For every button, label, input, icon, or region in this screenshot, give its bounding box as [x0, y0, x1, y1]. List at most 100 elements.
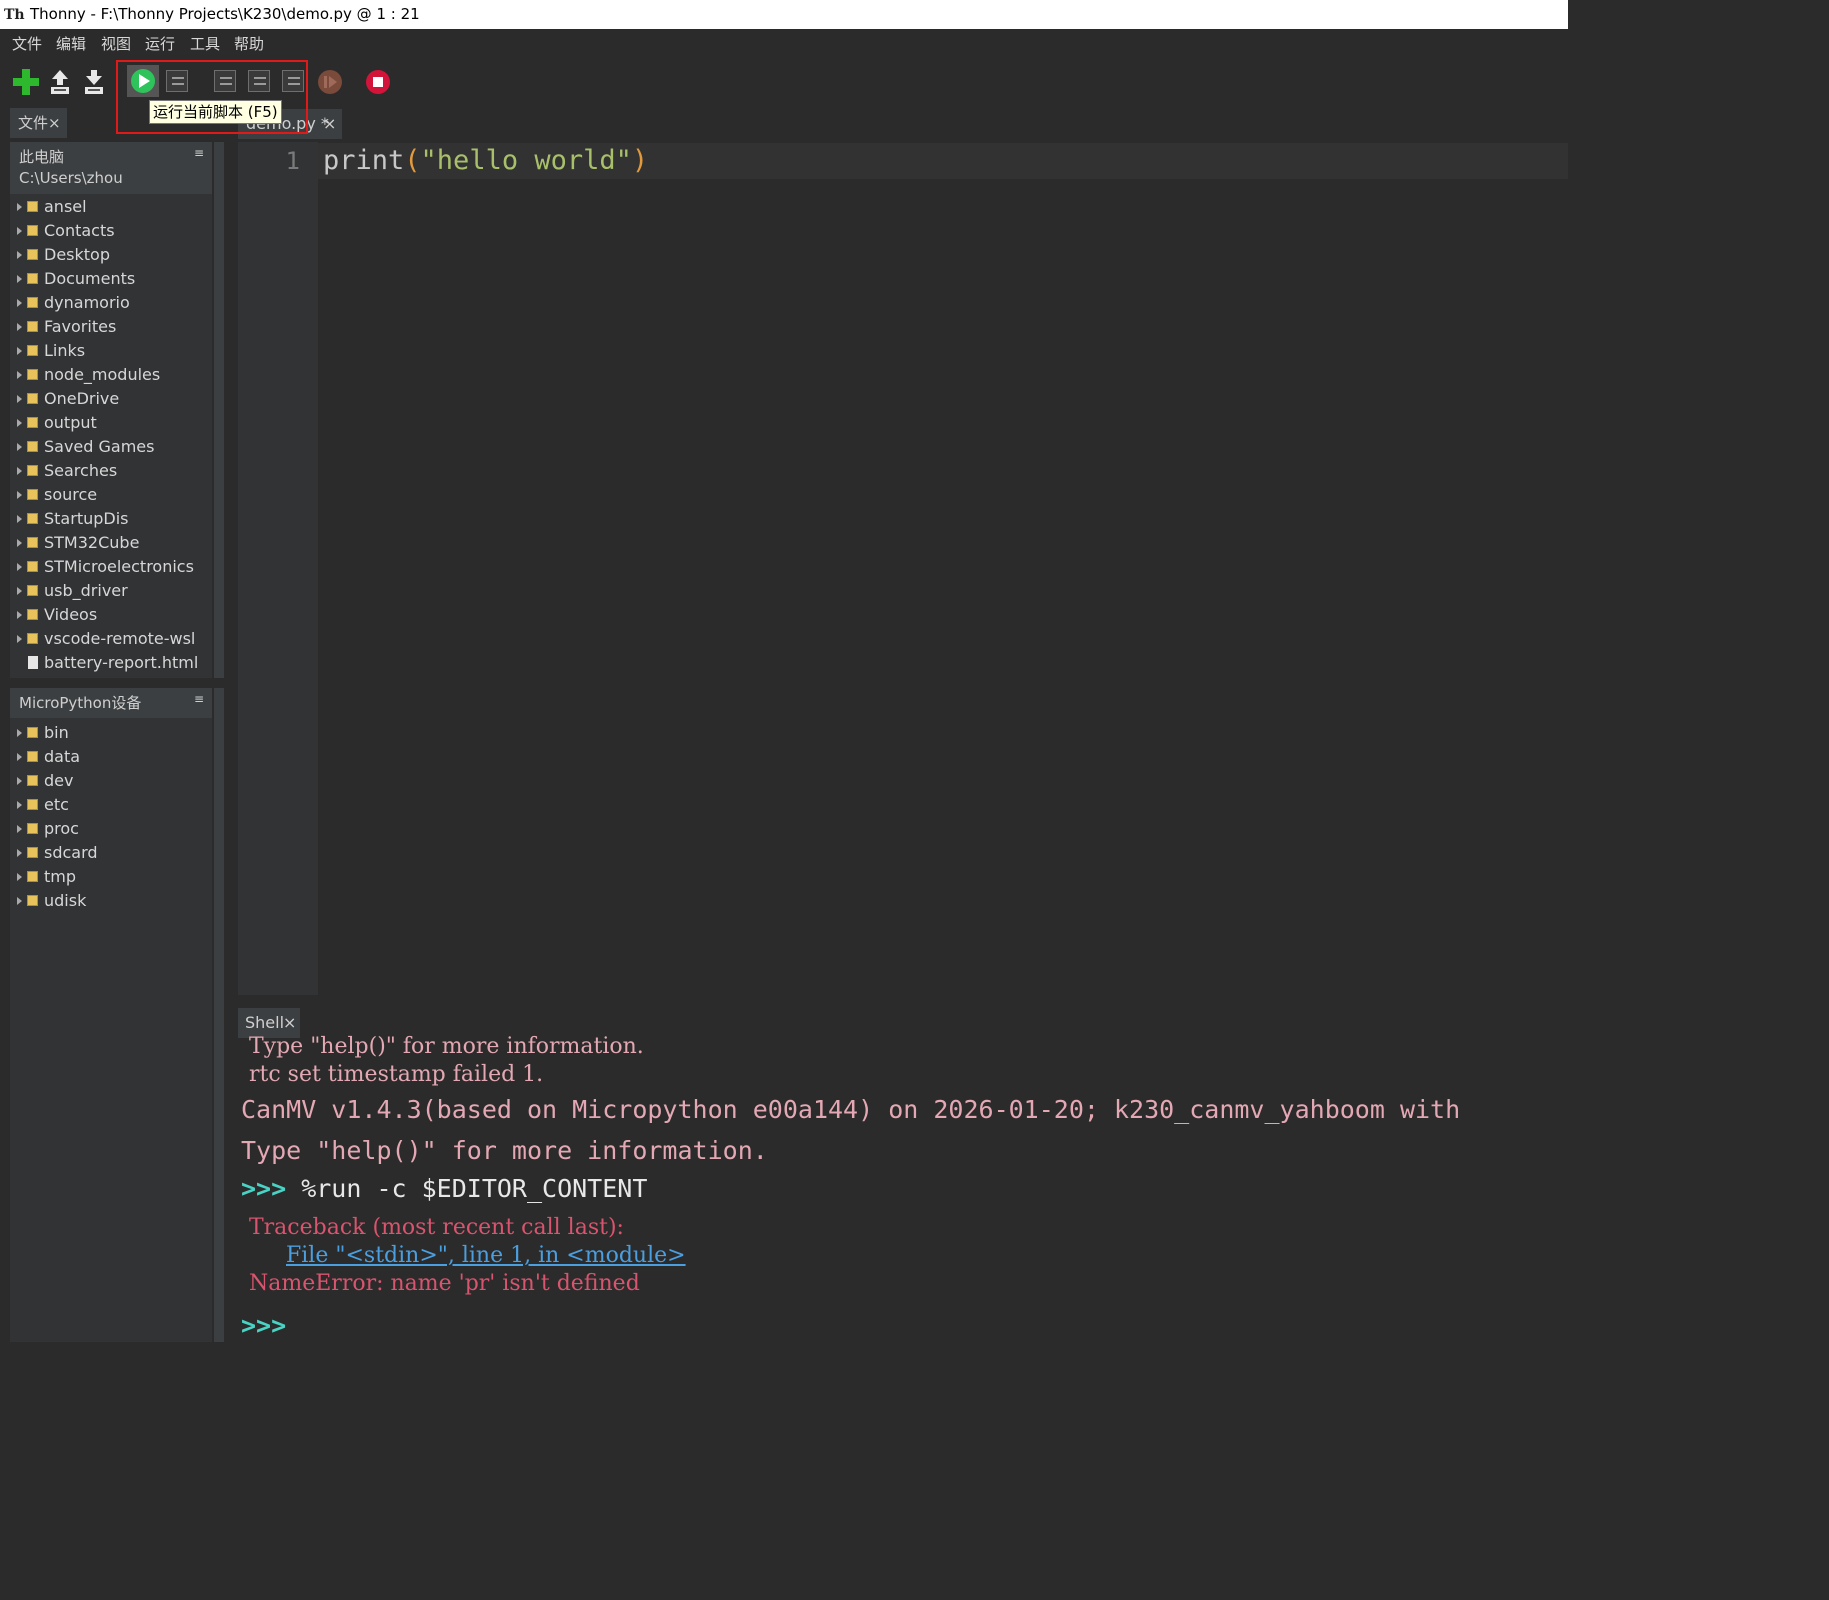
- folder-icon: [27, 441, 38, 452]
- panel-menu-icon[interactable]: ≡: [194, 692, 204, 706]
- menu-bar: 文件 编辑 视图 运行 工具 帮助: [0, 29, 1568, 59]
- folder-icon: [27, 417, 38, 428]
- menu-view[interactable]: 视图: [101, 29, 131, 59]
- expand-arrow-icon[interactable]: [17, 251, 22, 259]
- download-icon: [85, 70, 103, 94]
- menu-tools[interactable]: 工具: [190, 29, 220, 59]
- save-file-button[interactable]: [80, 68, 108, 96]
- expand-arrow-icon[interactable]: [17, 849, 22, 857]
- tab-files-label: 文件: [18, 114, 49, 132]
- shell-output-line: rtc set timestamp failed 1.: [242, 1062, 544, 1087]
- expand-arrow-icon[interactable]: [17, 563, 22, 571]
- new-file-button[interactable]: [12, 68, 40, 96]
- resume-button[interactable]: [316, 68, 344, 96]
- thonny-app-icon: Th: [4, 7, 25, 23]
- expand-arrow-icon[interactable]: [17, 825, 22, 833]
- shell-output-line: Type "help()" for more information.: [241, 1136, 768, 1165]
- folder-icon: [27, 585, 38, 596]
- folder-icon: [27, 225, 38, 236]
- code-paren-close: ): [631, 145, 649, 176]
- menu-edit[interactable]: 编辑: [56, 29, 86, 59]
- window-title: Thonny - F:\Thonny Projects\K230\demo.py…: [30, 5, 420, 23]
- line-number: 1: [285, 147, 300, 175]
- expand-arrow-icon[interactable]: [17, 753, 22, 761]
- shell-command: %run -c $EDITOR_CONTENT: [286, 1174, 648, 1203]
- folder-icon: [27, 249, 38, 260]
- expand-arrow-icon[interactable]: [17, 371, 22, 379]
- menu-file[interactable]: 文件: [12, 29, 42, 59]
- expand-arrow-icon[interactable]: [17, 801, 22, 809]
- resume-icon: [318, 70, 342, 94]
- traceback-link[interactable]: File "<stdin>", line 1, in <module>: [286, 1243, 686, 1269]
- folder-icon: [27, 633, 38, 644]
- folder-icon: [27, 273, 38, 284]
- this-pc-path: C:\Users\zhou: [19, 169, 123, 187]
- shell-output-line: CanMV v1.4.3(based on Micropython e00a14…: [241, 1095, 1461, 1124]
- expand-arrow-icon[interactable]: [17, 897, 22, 905]
- folder-icon: [27, 297, 38, 308]
- expand-arrow-icon[interactable]: [17, 729, 22, 737]
- expand-arrow-icon[interactable]: [17, 275, 22, 283]
- expand-arrow-icon[interactable]: [17, 777, 22, 785]
- expand-arrow-icon[interactable]: [17, 299, 22, 307]
- shell-command-line: >>> %run -c $EDITOR_CONTENT: [241, 1173, 647, 1205]
- title-bar: Th Thonny - F:\Thonny Projects\K230\demo…: [0, 0, 1568, 29]
- expand-arrow-icon[interactable]: [17, 323, 22, 331]
- folder-icon: [27, 775, 38, 786]
- expand-arrow-icon[interactable]: [17, 539, 22, 547]
- menu-help[interactable]: 帮助: [234, 29, 264, 59]
- stop-button[interactable]: [364, 68, 392, 96]
- menu-run[interactable]: 运行: [145, 29, 175, 59]
- close-icon[interactable]: ×: [323, 109, 336, 139]
- expand-arrow-icon[interactable]: [17, 587, 22, 595]
- expand-arrow-icon[interactable]: [17, 611, 22, 619]
- expand-arrow-icon[interactable]: [17, 491, 22, 499]
- expand-arrow-icon[interactable]: [17, 443, 22, 451]
- expand-arrow-icon[interactable]: [17, 203, 22, 211]
- code-editor[interactable]: [318, 142, 1568, 995]
- shell-output-line: Type "help()" for more information.: [242, 1034, 644, 1059]
- device-tree: bin data dev etc proc sdcard tmp udisk: [10, 718, 212, 1342]
- folder-icon: [27, 201, 38, 212]
- shell-error-line: Traceback (most recent call last):: [242, 1215, 624, 1240]
- this-pc-tree: ansel Contacts Desktop Documents dynamor…: [10, 194, 212, 678]
- tab-files[interactable]: 文件×: [10, 108, 67, 138]
- expand-arrow-icon[interactable]: [17, 347, 22, 355]
- shell-console[interactable]: Type "help()" for more information. rtc …: [238, 1034, 1568, 1342]
- expand-arrow-icon[interactable]: [17, 395, 22, 403]
- shell-prompt[interactable]: >>>: [241, 1310, 286, 1342]
- folder-icon: [27, 561, 38, 572]
- close-icon[interactable]: ×: [48, 114, 61, 132]
- panel-menu-icon[interactable]: ≡: [194, 146, 204, 160]
- stop-icon: [366, 70, 390, 94]
- plus-icon: [13, 69, 39, 95]
- shell-error-line: NameError: name 'pr' isn't defined: [242, 1271, 640, 1296]
- code-line[interactable]: print("hello world"): [323, 144, 648, 178]
- folder-icon: [27, 751, 38, 762]
- expand-arrow-icon[interactable]: [17, 467, 22, 475]
- expand-arrow-icon[interactable]: [17, 873, 22, 881]
- folder-icon: [27, 489, 38, 500]
- code-func: print: [323, 145, 405, 176]
- upload-icon: [51, 70, 69, 94]
- shell-prompt: >>>: [241, 1174, 287, 1203]
- device-title: MicroPython设备: [19, 694, 142, 712]
- this-pc-title: 此电脑: [19, 148, 65, 166]
- folder-icon: [27, 321, 38, 332]
- folder-icon: [27, 345, 38, 356]
- device-scrollbar[interactable]: [214, 688, 224, 1342]
- folder-icon: [27, 799, 38, 810]
- folder-icon: [27, 609, 38, 620]
- folder-icon: [27, 369, 38, 380]
- code-paren-open: (: [404, 145, 421, 176]
- load-file-button[interactable]: [46, 68, 74, 96]
- folder-icon: [27, 537, 38, 548]
- expand-arrow-icon[interactable]: [17, 419, 22, 427]
- run-tooltip: 运行当前脚本 (F5): [149, 100, 282, 124]
- expand-arrow-icon[interactable]: [17, 227, 22, 235]
- expand-arrow-icon[interactable]: [17, 515, 22, 523]
- folder-icon: [27, 823, 38, 834]
- folder-icon: [27, 871, 38, 882]
- files-scrollbar[interactable]: [214, 142, 224, 678]
- expand-arrow-icon[interactable]: [17, 635, 22, 643]
